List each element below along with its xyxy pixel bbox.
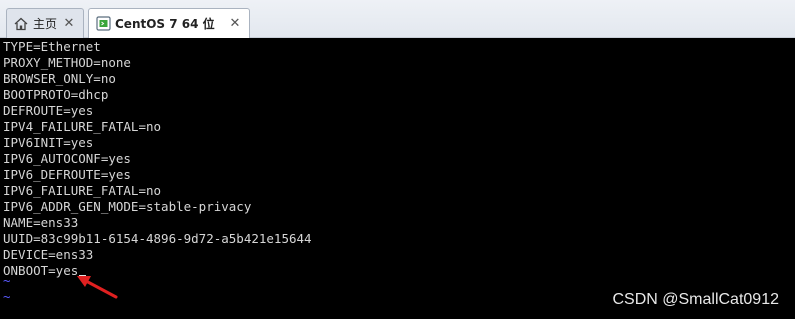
- vm-window: 主页 ✕ CentOS 7 64 位 ✕ TYPE=Ethernet PROXY…: [0, 0, 795, 319]
- config-line: PROXY_METHOD=none: [3, 55, 131, 70]
- red-arrow-icon: [77, 276, 118, 299]
- onboot-line: ONBOOT=yes: [3, 263, 312, 279]
- config-line: NAME=ens33: [3, 215, 79, 230]
- tab-home-label: 主页: [33, 17, 58, 31]
- close-icon[interactable]: ✕: [62, 16, 76, 30]
- tab-centos-label: CentOS 7 64 位: [115, 17, 215, 31]
- config-line: IPV6_DEFROUTE=yes: [3, 167, 131, 182]
- config-line: IPV4_FAILURE_FATAL=no: [3, 119, 162, 134]
- config-line: DEFROUTE=yes: [3, 103, 94, 118]
- tilde-marker: ~: [3, 289, 11, 304]
- home-icon: [13, 16, 29, 32]
- tab-home[interactable]: 主页 ✕: [6, 8, 84, 38]
- config-line: BROWSER_ONLY=no: [3, 71, 116, 86]
- tilde-marker: ~: [3, 273, 11, 288]
- file-content: TYPE=Ethernet PROXY_METHOD=none BROWSER_…: [3, 39, 312, 279]
- config-line: IPV6_FAILURE_FATAL=no: [3, 183, 162, 198]
- vm-icon: [95, 16, 111, 32]
- terminal-screen[interactable]: TYPE=Ethernet PROXY_METHOD=none BROWSER_…: [0, 38, 795, 319]
- config-line: IPV6_AUTOCONF=yes: [3, 151, 131, 166]
- config-line: IPV6INIT=yes: [3, 135, 94, 150]
- watermark: CSDN @SmallCat0912: [612, 291, 779, 308]
- config-line: UUID=83c99b11-6154-4896-9d72-a5b421e1564…: [3, 231, 312, 246]
- config-line: BOOTPROTO=dhcp: [3, 87, 109, 102]
- config-line: TYPE=Ethernet: [3, 39, 101, 54]
- onboot-text: ONBOOT=yes: [3, 263, 79, 278]
- config-line: IPV6_ADDR_GEN_MODE=stable-privacy: [3, 199, 252, 214]
- config-line: DEVICE=ens33: [3, 247, 94, 262]
- tab-bar: 主页 ✕ CentOS 7 64 位 ✕: [0, 0, 795, 38]
- empty-line-markers: ~ ~: [3, 273, 11, 305]
- close-icon[interactable]: ✕: [228, 16, 242, 30]
- tab-centos[interactable]: CentOS 7 64 位 ✕: [88, 8, 250, 38]
